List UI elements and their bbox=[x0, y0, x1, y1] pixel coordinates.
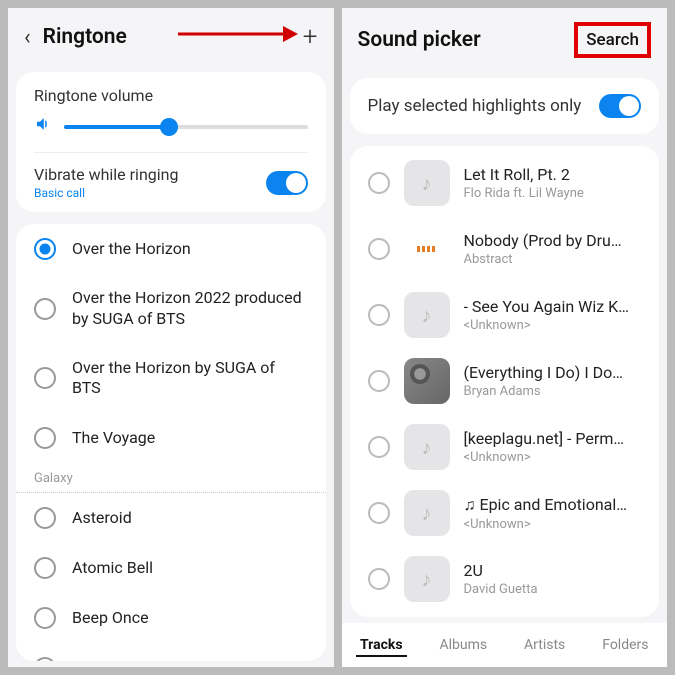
track-item[interactable]: (Everything I Do) I Do… Bryan Adams bbox=[350, 348, 660, 414]
track-title: Nobody (Prod by Dru… bbox=[464, 231, 642, 250]
volume-label: Ringtone volume bbox=[34, 86, 308, 105]
sound-picker-screen: Sound picker Search Play selected highli… bbox=[342, 8, 668, 667]
volume-row bbox=[34, 115, 308, 138]
header: Sound picker Search bbox=[342, 8, 668, 72]
track-list: ♪ Let It Roll, Pt. 2 Flo Rida ft. Lil Wa… bbox=[350, 146, 660, 617]
vibrate-label: Vibrate while ringing bbox=[34, 165, 178, 184]
ringtone-label: Over the Horizon bbox=[72, 239, 191, 260]
radio-icon[interactable] bbox=[368, 238, 390, 260]
ringtone-item[interactable]: Beep Once bbox=[16, 593, 326, 643]
ringtone-label: Beep Once bbox=[72, 608, 149, 629]
radio-icon[interactable] bbox=[368, 172, 390, 194]
tab-albums[interactable]: Albums bbox=[435, 635, 491, 657]
page-title: Ringtone bbox=[43, 25, 127, 49]
vibrate-toggle[interactable] bbox=[266, 171, 308, 195]
track-title: (Everything I Do) I Do… bbox=[464, 363, 642, 382]
album-art: ♪ bbox=[404, 424, 450, 470]
radio-icon[interactable] bbox=[34, 557, 56, 579]
ringtone-screen: ‹ Ringtone + Ringtone volume Vibrate bbox=[8, 8, 334, 667]
ringtone-item[interactable]: Atomic Bell bbox=[16, 543, 326, 593]
track-artist: <Unknown> bbox=[464, 517, 642, 532]
track-artist: Bryan Adams bbox=[464, 384, 642, 399]
annotation-arrow bbox=[178, 22, 298, 46]
track-item[interactable]: Nobody (Prod by Dru… Abstract bbox=[350, 216, 660, 282]
ringtone-list: Over the Horizon Over the Horizon 2022 p… bbox=[16, 224, 326, 661]
track-artist: Abstract bbox=[464, 252, 642, 267]
ringtone-label: The Voyage bbox=[72, 428, 155, 449]
back-icon[interactable]: ‹ bbox=[24, 25, 31, 50]
add-icon[interactable]: + bbox=[303, 22, 318, 52]
tab-artists[interactable]: Artists bbox=[520, 635, 569, 657]
track-item[interactable]: ♪ 2U David Guetta bbox=[350, 546, 660, 612]
radio-icon[interactable] bbox=[368, 502, 390, 524]
ringtone-item[interactable]: Over the Horizon by SUGA of BTS bbox=[16, 344, 326, 414]
volume-card: Ringtone volume Vibrate while ringing Ba… bbox=[16, 72, 326, 212]
album-art: ♪ bbox=[404, 160, 450, 206]
ringtone-label: Beep-Beep bbox=[72, 658, 148, 661]
page-title: Sound picker bbox=[358, 28, 481, 52]
slider-thumb[interactable] bbox=[160, 118, 178, 136]
ringtone-item[interactable]: Over the Horizon bbox=[16, 224, 326, 274]
search-button[interactable]: Search bbox=[574, 22, 651, 58]
ringtone-item[interactable]: The Voyage bbox=[16, 413, 326, 463]
group-label: Galaxy bbox=[16, 463, 326, 493]
track-title: - See You Again Wiz K… bbox=[464, 297, 642, 316]
track-artist: <Unknown> bbox=[464, 318, 642, 333]
ringtone-item[interactable]: Asteroid bbox=[16, 493, 326, 543]
radio-icon[interactable] bbox=[34, 238, 56, 260]
track-artist: <Unknown> bbox=[464, 450, 642, 465]
radio-icon[interactable] bbox=[34, 298, 56, 320]
vibrate-row[interactable]: Vibrate while ringing Basic call bbox=[16, 153, 326, 212]
volume-slider[interactable] bbox=[64, 125, 308, 129]
album-art bbox=[404, 226, 450, 272]
vibrate-sublabel: Basic call bbox=[34, 186, 178, 200]
volume-section: Ringtone volume bbox=[16, 72, 326, 152]
radio-icon[interactable] bbox=[34, 427, 56, 449]
ringtone-item[interactable]: Over the Horizon 2022 produced by SUGA o… bbox=[16, 274, 326, 344]
album-art: ♪ bbox=[404, 490, 450, 536]
album-art: ♪ bbox=[404, 556, 450, 602]
volume-icon bbox=[34, 115, 52, 138]
ringtone-label: Atomic Bell bbox=[72, 558, 153, 579]
track-artist: Flo Rida ft. Lil Wayne bbox=[464, 186, 642, 201]
header: ‹ Ringtone + bbox=[8, 8, 334, 66]
radio-icon[interactable] bbox=[34, 607, 56, 629]
track-item[interactable]: ♪ [keeplagu.net] - Perm… <Unknown> bbox=[350, 414, 660, 480]
track-item[interactable]: ♪ Let It Roll, Pt. 2 Flo Rida ft. Lil Wa… bbox=[350, 150, 660, 216]
track-artist: David Guetta bbox=[464, 582, 642, 597]
highlight-toggle[interactable] bbox=[599, 94, 641, 118]
highlight-label: Play selected highlights only bbox=[368, 96, 582, 116]
album-art: ♪ bbox=[404, 292, 450, 338]
track-title: 2U bbox=[464, 561, 642, 580]
radio-icon[interactable] bbox=[368, 370, 390, 392]
track-title: [keeplagu.net] - Perm… bbox=[464, 429, 642, 448]
radio-icon[interactable] bbox=[34, 507, 56, 529]
track-title: ♫ Epic and Emotional… bbox=[464, 495, 642, 515]
ringtone-label: Asteroid bbox=[72, 508, 132, 529]
bottom-tabs: Tracks Albums Artists Folders bbox=[342, 623, 668, 667]
radio-icon[interactable] bbox=[368, 568, 390, 590]
ringtone-label: Over the Horizon 2022 produced by SUGA o… bbox=[72, 288, 308, 330]
radio-icon[interactable] bbox=[34, 657, 56, 661]
track-item[interactable]: ♪ - See You Again Wiz K… <Unknown> bbox=[350, 282, 660, 348]
radio-icon[interactable] bbox=[368, 304, 390, 326]
ringtone-label: Over the Horizon by SUGA of BTS bbox=[72, 358, 308, 400]
radio-icon[interactable] bbox=[34, 367, 56, 389]
album-art bbox=[404, 358, 450, 404]
radio-icon[interactable] bbox=[368, 436, 390, 458]
track-title: Let It Roll, Pt. 2 bbox=[464, 165, 642, 184]
tab-tracks[interactable]: Tracks bbox=[356, 635, 407, 657]
highlight-card[interactable]: Play selected highlights only bbox=[350, 78, 660, 134]
ringtone-item[interactable]: Beep-Beep bbox=[16, 643, 326, 661]
track-item[interactable]: ♪ ♫ Epic and Emotional… <Unknown> bbox=[350, 480, 660, 546]
tab-folders[interactable]: Folders bbox=[598, 635, 652, 657]
